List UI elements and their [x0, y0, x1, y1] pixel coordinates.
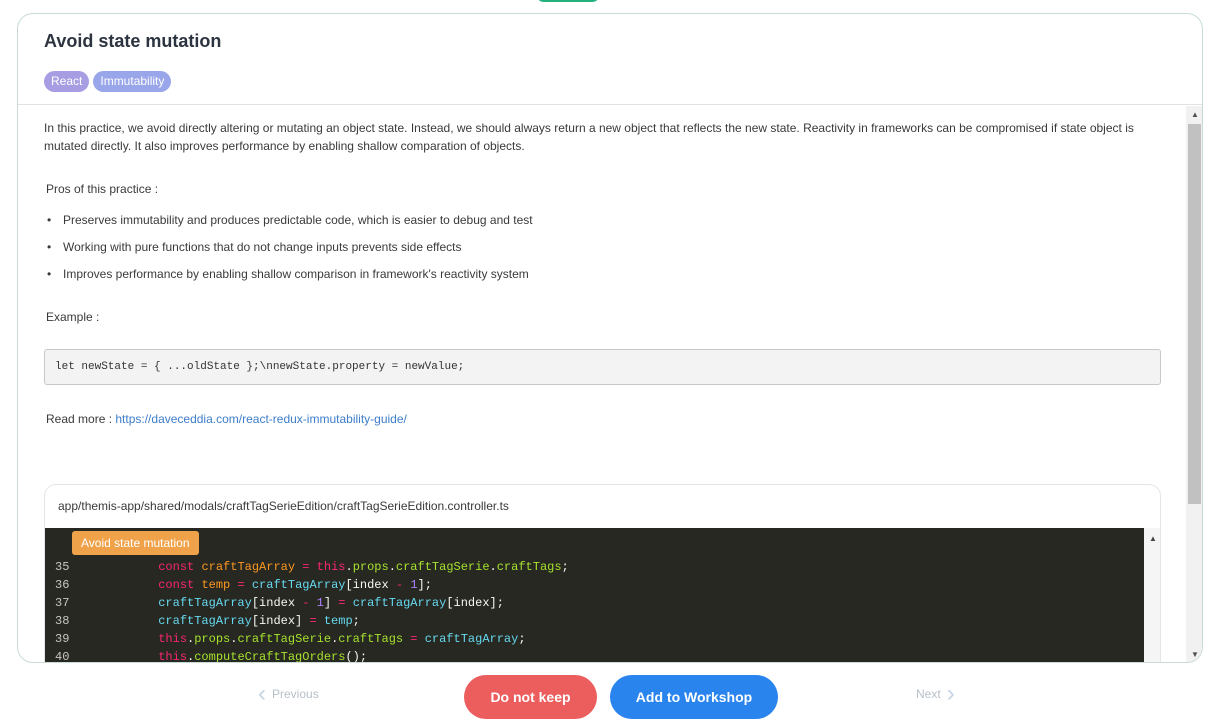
- scrollbar-thumb[interactable]: [1188, 124, 1201, 504]
- chevron-left-icon: ‹: [258, 680, 266, 707]
- line-number: 38: [55, 614, 70, 628]
- footer-actions: ‹ Previous Do not keep Add to Workshop N…: [0, 663, 1205, 722]
- tag-immutability: Immutability: [93, 71, 172, 92]
- code-line: 38 craftTagArray[index] = temp;: [45, 612, 569, 630]
- pros-item: Preserves immutability and produces pred…: [47, 211, 1186, 229]
- card-scrollbar[interactable]: ▲ ▼: [1186, 106, 1202, 662]
- top-indicator: [536, 0, 600, 2]
- code-scrollbar[interactable]: ▲: [1144, 528, 1160, 662]
- code-line: 39 this.props.craftTagSerie.craftTags = …: [45, 630, 569, 648]
- practice-description: In this practice, we avoid directly alte…: [44, 121, 1134, 153]
- read-more-label: Read more :: [46, 412, 116, 426]
- chevron-right-icon: ›: [946, 680, 955, 707]
- practice-title: Avoid state mutation: [44, 31, 222, 51]
- pros-item: Improves performance by enabling shallow…: [47, 265, 1186, 283]
- next-label: Next: [916, 687, 941, 701]
- add-to-workshop-button[interactable]: Add to Workshop: [610, 675, 778, 719]
- snippet-badge: Avoid state mutation: [72, 531, 199, 555]
- do-not-keep-button[interactable]: Do not keep: [464, 675, 597, 719]
- pros-label: Pros of this practice :: [46, 182, 159, 196]
- example-label: Example :: [46, 310, 100, 324]
- code-snippet-panel: app/themis-app/shared/modals/craftTagSer…: [44, 484, 1161, 663]
- example-code: let newState = { ...oldState };\nnewStat…: [44, 349, 1161, 385]
- previous-button[interactable]: ‹ Previous: [258, 680, 319, 707]
- code-line: 40 this.computeCraftTagOrders();: [45, 648, 569, 663]
- tag-list: React Immutability: [44, 71, 1176, 92]
- previous-label: Previous: [272, 687, 319, 701]
- read-more-link[interactable]: https://daveceddia.com/react-redux-immut…: [115, 412, 406, 426]
- file-path: app/themis-app/shared/modals/craftTagSer…: [58, 499, 509, 513]
- scroll-up-icon[interactable]: ▲: [1191, 110, 1199, 119]
- tag-react: React: [44, 71, 90, 92]
- pros-list: Preserves immutability and produces pred…: [47, 211, 1186, 283]
- code-lines: 35 const craftTagArray = this.props.craf…: [45, 558, 569, 663]
- line-number: 40: [55, 650, 70, 663]
- card-header: Avoid state mutation React Immutability: [18, 14, 1202, 105]
- card-body: In this practice, we avoid directly alte…: [18, 106, 1186, 663]
- read-more: Read more : https://daveceddia.com/react…: [46, 412, 1186, 426]
- next-button[interactable]: Next ›: [916, 680, 955, 707]
- scroll-down-icon[interactable]: ▼: [1191, 650, 1199, 659]
- pros-item: Working with pure functions that do not …: [47, 238, 1186, 256]
- code-line: 35 const craftTagArray = this.props.craf…: [45, 558, 569, 576]
- code-block: Avoid state mutation 35 const craftTagAr…: [45, 528, 1144, 663]
- practice-card: Avoid state mutation React Immutability …: [17, 13, 1203, 663]
- line-number: 35: [55, 560, 70, 574]
- line-number: 39: [55, 632, 70, 646]
- line-number: 36: [55, 578, 70, 592]
- code-line: 37 craftTagArray[index - 1] = craftTagAr…: [45, 594, 569, 612]
- code-line: 36 const temp = craftTagArray[index - 1]…: [45, 576, 569, 594]
- scroll-up-icon[interactable]: ▲: [1149, 534, 1157, 543]
- line-number: 37: [55, 596, 70, 610]
